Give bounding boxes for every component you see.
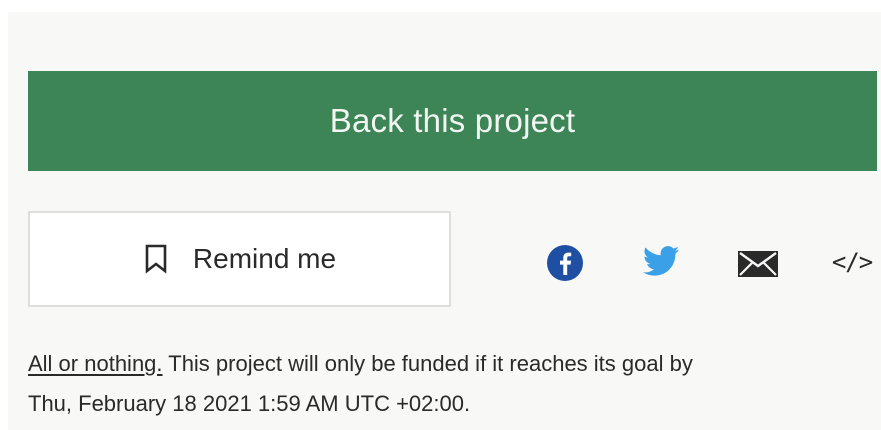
facebook-icon[interactable] bbox=[546, 244, 584, 282]
funding-note-line1: This project will only be funded if it r… bbox=[168, 351, 693, 376]
funding-deadline: Thu, February 18 2021 1:59 AM UTC +02:00… bbox=[28, 391, 471, 416]
remind-me-label: Remind me bbox=[192, 243, 337, 274]
bookmark-icon bbox=[143, 244, 169, 274]
remind-me-button[interactable]: Remind me bbox=[28, 211, 451, 307]
twitter-icon[interactable] bbox=[641, 244, 681, 280]
embed-icon[interactable]: </> bbox=[828, 244, 876, 280]
back-this-project-button[interactable]: Back this project bbox=[28, 71, 877, 171]
mail-icon[interactable] bbox=[737, 250, 779, 278]
funding-note: All or nothing. This project will only b… bbox=[28, 344, 876, 424]
all-or-nothing-link[interactable]: All or nothing. bbox=[28, 351, 163, 376]
